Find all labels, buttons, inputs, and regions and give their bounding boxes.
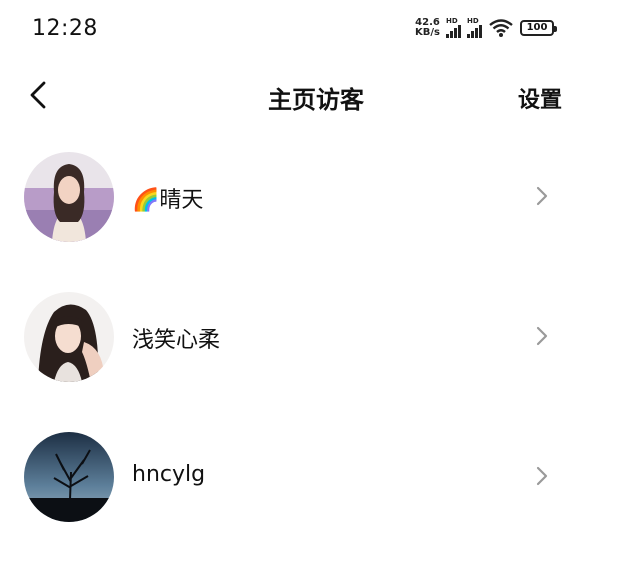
status-bar: 12:28 42.6 KB/s HD HD 100: [0, 0, 632, 60]
visitor-list: 🌈晴天 浅笑心柔 hncylg: [0, 148, 632, 568]
status-icons: 42.6 KB/s HD HD 100: [415, 16, 557, 38]
chevron-right-icon: [536, 326, 548, 346]
avatar[interactable]: [24, 152, 114, 242]
battery-icon: 100: [520, 19, 557, 36]
signal-icon: HD: [446, 17, 461, 38]
visitor-name: 浅笑心柔: [132, 328, 221, 353]
network-speed-value: 42.6: [415, 16, 440, 28]
nav-bar: 主页访客 设置: [0, 68, 632, 124]
visitor-name: 🌈晴天: [132, 188, 204, 213]
settings-button[interactable]: 设置: [518, 82, 562, 114]
hd-label: HD: [446, 17, 458, 25]
signal-icon: HD: [467, 17, 482, 38]
avatar[interactable]: [24, 292, 114, 382]
status-time: 12:28: [32, 16, 98, 41]
network-speed: 42.6 KB/s: [415, 16, 440, 38]
avatar[interactable]: [24, 432, 114, 522]
chevron-right-icon: [536, 186, 548, 206]
visitor-row[interactable]: 🌈晴天: [0, 148, 632, 288]
chevron-right-icon: [536, 466, 548, 486]
visitor-row[interactable]: hncylg: [0, 428, 632, 568]
battery-level: 100: [526, 22, 548, 33]
visitor-row[interactable]: 浅笑心柔: [0, 288, 632, 428]
hd-label: HD: [467, 17, 479, 25]
wifi-icon: [489, 18, 513, 37]
network-speed-unit: KB/s: [415, 26, 440, 38]
visitor-name: hncylg: [132, 462, 206, 487]
